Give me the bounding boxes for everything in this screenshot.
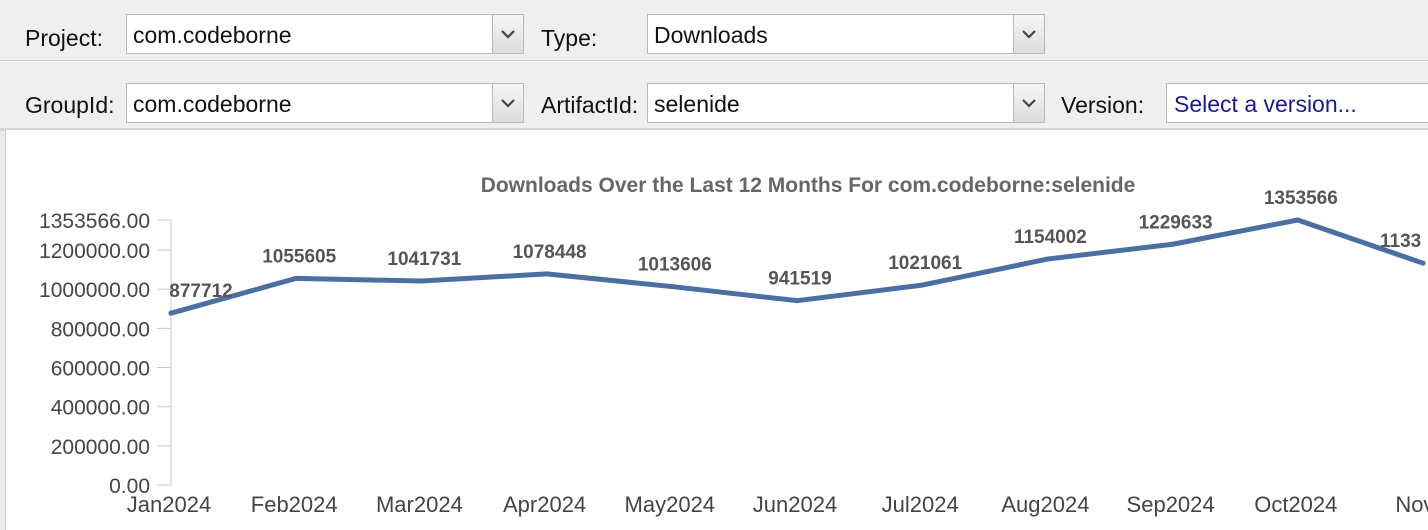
data-point bbox=[919, 282, 925, 288]
project-dropdown-button[interactable] bbox=[492, 15, 523, 53]
data-label: 1229633 bbox=[1139, 212, 1213, 233]
chevron-down-icon bbox=[501, 98, 515, 108]
x-tick-label: Apr2024 bbox=[503, 492, 586, 517]
x-tick-label: Sep2024 bbox=[1127, 492, 1215, 517]
data-point bbox=[168, 310, 174, 316]
data-point bbox=[794, 298, 800, 304]
groupid-select[interactable]: com.codeborne bbox=[126, 83, 524, 123]
groupid-label: GroupId: bbox=[25, 92, 115, 118]
y-tick-label: 1353566.00 bbox=[39, 210, 150, 233]
x-tick-label: Jan2024 bbox=[127, 492, 211, 517]
y-tick-label: 400000.00 bbox=[51, 397, 150, 420]
y-tick-label: 1000000.00 bbox=[39, 279, 150, 302]
data-point bbox=[293, 275, 299, 281]
x-tick-label: May2024 bbox=[625, 492, 716, 517]
chevron-down-icon bbox=[1022, 98, 1036, 108]
chevron-down-icon bbox=[501, 29, 515, 39]
groupid-value: com.codeborne bbox=[133, 91, 292, 117]
downloads-chart: Downloads Over the Last 12 Months For co… bbox=[39, 174, 1428, 517]
data-point bbox=[669, 284, 675, 290]
artifactid-dropdown-button[interactable] bbox=[1013, 84, 1044, 122]
data-label: 1353566 bbox=[1264, 188, 1338, 209]
project-label: Project: bbox=[25, 25, 103, 51]
data-point bbox=[1170, 241, 1176, 247]
x-tick-label: Feb2024 bbox=[251, 492, 338, 517]
chart-title: Downloads Over the Last 12 Months For co… bbox=[481, 174, 1136, 197]
data-label: 877712 bbox=[169, 281, 232, 302]
version-select[interactable]: Select a version... bbox=[1166, 83, 1428, 123]
data-label: 941519 bbox=[768, 269, 831, 290]
x-tick-label: Aug2024 bbox=[1001, 492, 1089, 517]
y-tick-label: 1200000.00 bbox=[39, 240, 150, 263]
x-tick-label: Nov2 bbox=[1395, 492, 1428, 517]
x-tick-label: Oct2024 bbox=[1254, 492, 1337, 517]
y-tick-label: 800000.00 bbox=[51, 318, 150, 341]
type-label: Type: bbox=[541, 25, 598, 51]
chevron-down-icon bbox=[1022, 29, 1036, 39]
y-tick-label: 600000.00 bbox=[51, 358, 150, 381]
data-label: 1055605 bbox=[262, 246, 336, 267]
data-label: 1133 bbox=[1380, 231, 1421, 252]
type-value: Downloads bbox=[654, 22, 768, 48]
toolbar-project: Project: com.codeborne Type: Downloads bbox=[0, 0, 1428, 61]
data-point bbox=[544, 271, 550, 277]
data-label: 1013606 bbox=[638, 255, 712, 276]
version-placeholder: Select a version... bbox=[1174, 91, 1357, 117]
artifactid-value: selenide bbox=[654, 91, 740, 117]
data-label: 1041731 bbox=[387, 249, 461, 270]
version-label: Version: bbox=[1061, 92, 1145, 118]
artifactid-label: ArtifactId: bbox=[541, 92, 639, 118]
data-point bbox=[1420, 260, 1426, 266]
data-label: 1078448 bbox=[513, 242, 587, 263]
project-select[interactable]: com.codeborne bbox=[126, 14, 524, 54]
x-tick-label: Jun2024 bbox=[753, 492, 837, 517]
toolbar-artifact: GroupId: com.codeborne ArtifactId: selen… bbox=[0, 61, 1428, 131]
x-tick-label: Jul2024 bbox=[882, 492, 959, 517]
y-tick-label: 200000.00 bbox=[51, 436, 150, 459]
groupid-dropdown-button[interactable] bbox=[492, 84, 523, 122]
x-tick-label: Mar2024 bbox=[376, 492, 463, 517]
chart-panel: Downloads Over the Last 12 Months For co… bbox=[5, 130, 1428, 530]
data-point bbox=[418, 278, 424, 284]
project-value: com.codeborne bbox=[133, 22, 292, 48]
data-point bbox=[1295, 217, 1301, 223]
artifactid-select[interactable]: selenide bbox=[647, 83, 1045, 123]
data-label: 1021061 bbox=[888, 253, 962, 274]
data-point bbox=[1044, 256, 1050, 262]
data-label: 1154002 bbox=[1014, 227, 1087, 248]
type-select[interactable]: Downloads bbox=[647, 14, 1045, 54]
type-dropdown-button[interactable] bbox=[1013, 15, 1044, 53]
